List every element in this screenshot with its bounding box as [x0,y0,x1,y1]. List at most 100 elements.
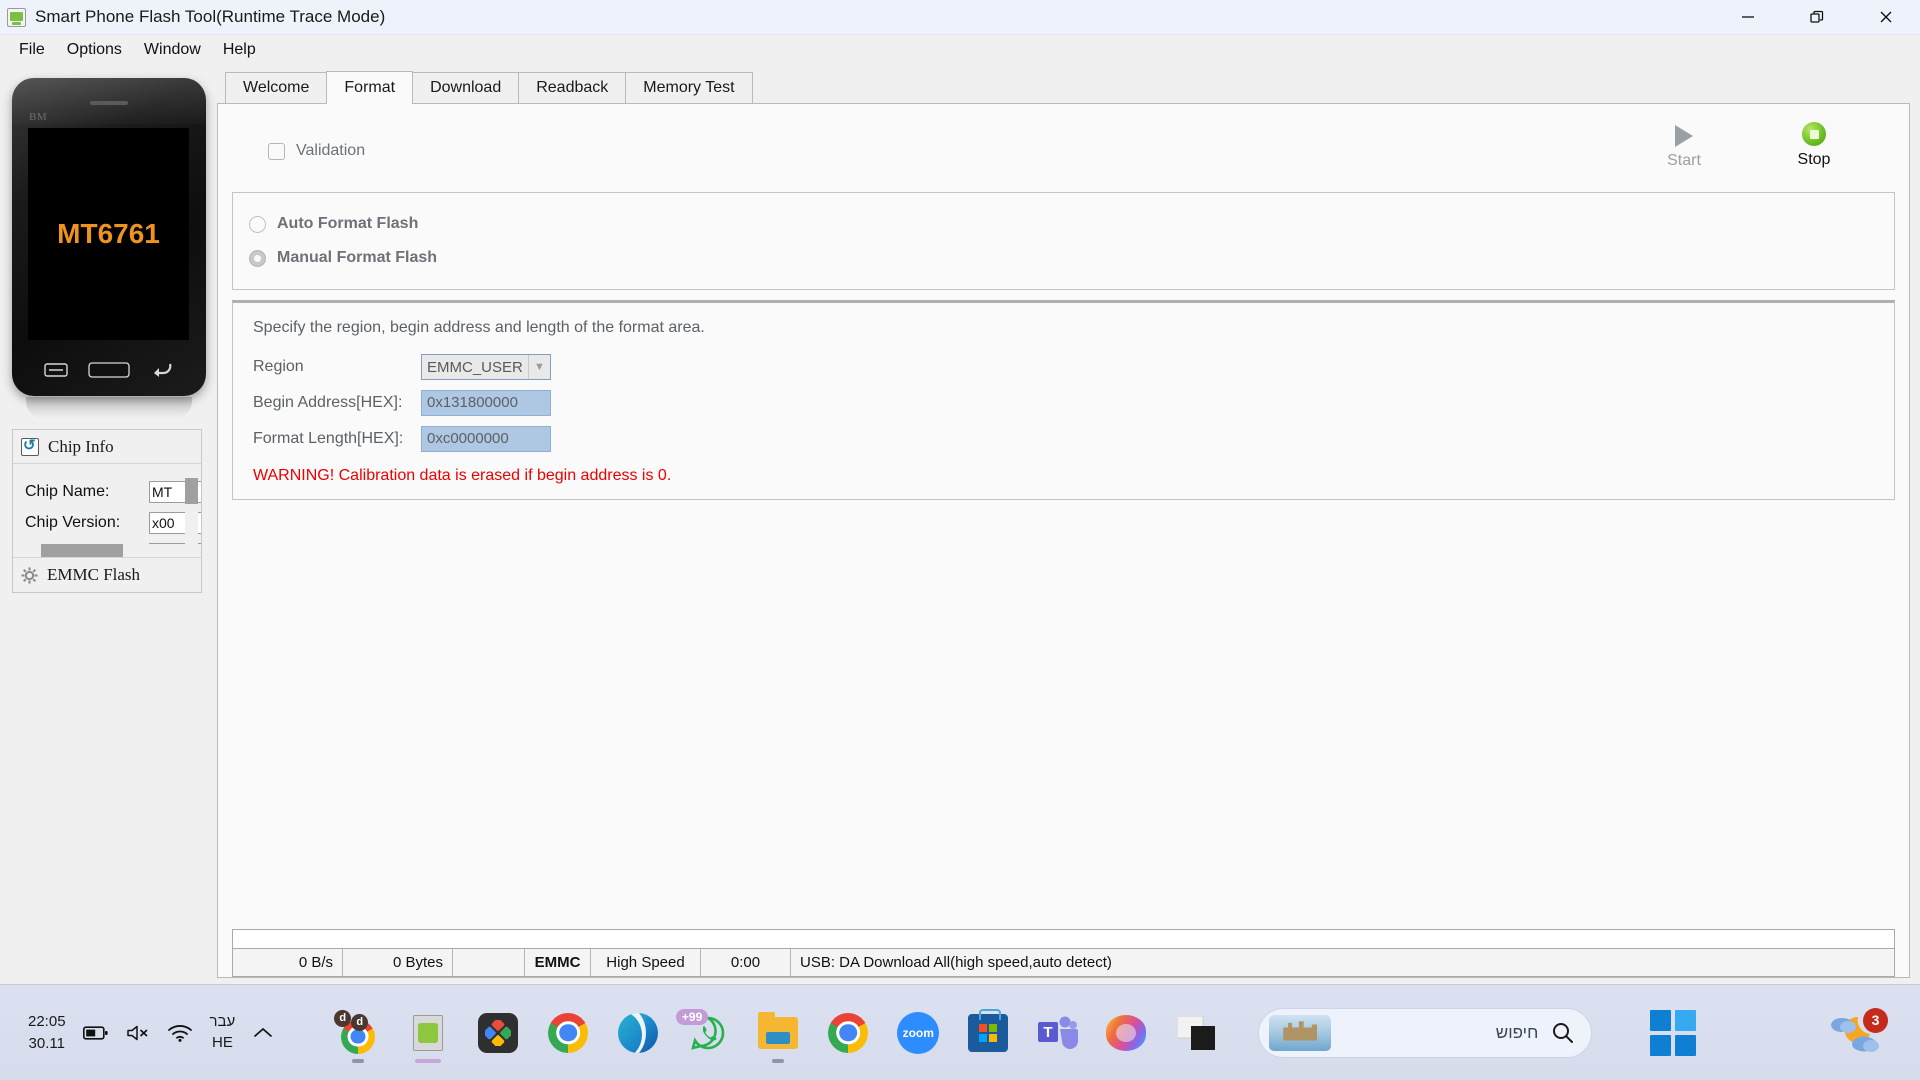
tab-download[interactable]: Download [412,72,520,103]
format-hint-text: Specify the region, begin address and le… [253,319,705,336]
begin-address-row: Begin Address[HEX]: 0x131800000 [253,385,1894,421]
notification-badge: 3 [1863,1007,1888,1033]
main-panel: Welcome Format Download Readback Memory … [212,65,1920,984]
home-key-icon [88,361,130,383]
chip-info-header[interactable]: Chip Info [13,430,201,464]
emmc-flash-section[interactable]: EMMC Flash [13,557,201,592]
back-key-icon [150,361,174,384]
edge-icon [618,1012,659,1053]
speaker-muted-icon[interactable] [126,1023,150,1043]
taskbar-app-chrome-2[interactable] [826,1011,870,1055]
chrome-icon [828,1012,869,1053]
start-button[interactable]: Start [1645,122,1723,170]
chip-info-horizontal-thumb[interactable] [41,544,123,557]
stop-label: Stop [1797,151,1831,168]
battery-icon[interactable] [82,1024,109,1042]
format-length-row: Format Length[HEX]: 0xc0000000 [253,421,1894,457]
status-bytes: 0 Bytes [343,949,453,976]
progress-bar [232,929,1895,949]
begin-address-input[interactable]: 0x131800000 [421,390,551,416]
calibration-warning: WARNING! Calibration data is erased if b… [253,467,672,484]
phone-shadow [26,397,192,419]
taskbar-app-sp-flash-tool[interactable] [406,1011,450,1063]
castle-island-thumbnail [1269,1014,1332,1051]
close-button[interactable] [1851,0,1920,34]
taskbar-app-buttons: d d +99 zoom T [334,1008,1218,1063]
windows-start-button[interactable] [1650,1009,1697,1056]
format-toolbar: Validation Start Stop [230,116,1897,192]
taskbar-app-file-explorer[interactable] [756,1011,800,1063]
search-icon[interactable] [1551,1021,1575,1045]
start-square-br [1675,1034,1697,1056]
auto-format-radio[interactable] [249,215,266,233]
clock-date: 30.11 [28,1034,65,1052]
search-placeholder: חיפוש [1495,1022,1539,1042]
left-sidebar: BM MT6761 ↺ Chip Info Chip Name: MT Chip… [0,65,212,984]
store-grid [979,1023,998,1042]
menu-window[interactable]: Window [133,38,212,62]
wifi-icon[interactable] [167,1023,193,1043]
clock[interactable]: 22:05 30.11 [28,1011,66,1055]
action-buttons: Start Stop [1645,122,1853,170]
chip-version-label: Chip Version: [25,513,121,531]
taskbar-search-box[interactable]: חיפוש [1258,1007,1593,1058]
stop-button[interactable]: Stop [1775,122,1853,170]
taskbar-app-teams[interactable]: T [1036,1013,1079,1053]
status-bar: 0 B/s 0 Bytes EMMC High Speed 0:00 USB: … [232,949,1895,977]
menu-bar: File Options Window Help [0,35,1920,65]
validation-checkbox[interactable] [268,142,285,160]
format-tab-panel: Validation Start Stop Auto Format Flash … [217,104,1910,978]
tab-readback[interactable]: Readback [518,72,627,103]
menu-options[interactable]: Options [56,38,133,62]
copilot-icon [1106,1014,1147,1051]
weather-widget[interactable]: 3 [1826,1007,1888,1055]
tab-format[interactable]: Format [326,71,414,104]
taskbar-app-microsoft-store[interactable] [966,1008,1010,1055]
format-detail-group: Specify the region, begin address and le… [232,300,1895,500]
taskbar-app-copilot[interactable] [1104,1011,1148,1055]
manual-format-option[interactable]: Manual Format Flash [249,241,1894,275]
auto-format-option[interactable]: Auto Format Flash [249,207,1894,241]
phone-body: BM MT6761 [12,78,206,396]
start-square-tr [1675,1009,1697,1031]
sp-flash-tool-icon [413,1014,444,1051]
taskbar-app-chrome-profile[interactable]: d d [334,1009,380,1063]
taskbar-app-whatsapp[interactable]: +99 [675,1008,730,1055]
profile-badge-d2: d [351,1013,369,1031]
tab-memory-test[interactable]: Memory Test [625,72,753,103]
menu-help[interactable]: Help [212,38,267,62]
start-square-bl [1650,1034,1672,1056]
teams-icon: T [1038,1016,1079,1049]
phone-softkeys [12,358,206,386]
taskbar-app-edge[interactable] [616,1011,660,1055]
android-flash-icon [7,7,26,27]
taskbar-app-chrome[interactable] [546,1011,590,1055]
menu-file[interactable]: File [8,38,56,62]
chevron-up-icon[interactable] [252,1025,274,1041]
status-spacer [453,949,525,976]
format-length-input[interactable]: 0xc0000000 [421,426,551,452]
validation-checkbox-row[interactable]: Validation [268,142,365,160]
phone-screen: MT6761 [28,128,189,340]
tab-welcome[interactable]: Welcome [225,72,328,103]
minimize-button[interactable] [1713,0,1782,34]
taskbar-app-window[interactable] [1174,1011,1218,1055]
chip-name-label: Chip Name: [25,482,110,500]
window-body: BM MT6761 ↺ Chip Info Chip Name: MT Chip… [0,65,1920,984]
clock-time: 22:05 [28,1012,66,1030]
active-indicator [415,1058,442,1063]
taskbar-app-diamond[interactable] [476,1011,520,1055]
svg-text:T: T [1044,1024,1053,1041]
system-tray: 22:05 30.11 עבר HE [0,1011,274,1055]
zoom-icon: zoom [897,1011,940,1054]
manual-format-label: Manual Format Flash [277,249,438,266]
language-indicator[interactable]: עבר HE [210,1012,236,1053]
manual-format-radio[interactable] [249,249,266,267]
chip-info-vertical-thumb[interactable] [185,478,198,504]
chevron-down-icon: ▼ [528,355,550,379]
region-select[interactable]: EMMC_USER ▼ [421,354,551,380]
running-indicator [772,1058,785,1063]
taskbar-app-zoom[interactable]: zoom [896,1011,940,1055]
restore-button[interactable] [1782,0,1851,34]
